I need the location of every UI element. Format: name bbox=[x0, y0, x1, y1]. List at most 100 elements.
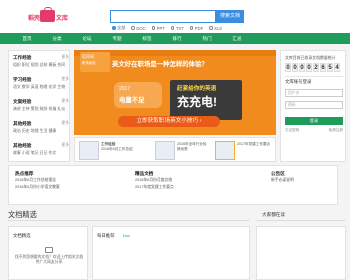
notice-col: 公告区 新手必读说明 bbox=[271, 170, 294, 184]
nav-item[interactable]: 分类 bbox=[42, 33, 72, 44]
filter-all[interactable]: 全部 bbox=[112, 25, 125, 31]
daily-box: 每日推荐 Doc bbox=[92, 226, 250, 280]
reading-box bbox=[256, 226, 346, 280]
logo-bag-icon[interactable] bbox=[40, 7, 55, 22]
upload-icon bbox=[45, 247, 53, 253]
list-item[interactable]: 2016年6月份月度总结 bbox=[135, 177, 174, 184]
username-field[interactable]: 用户名 bbox=[285, 89, 343, 97]
divider bbox=[285, 76, 343, 77]
category-links[interactable]: 故事 小说 笔记 日记 作文 bbox=[13, 150, 69, 156]
category-sidebar: 工作经验 更多 组织 职位 规划 总结 模板 合同 学习经验 更多 语文 数学 英语… bbox=[8, 50, 70, 162]
counter-digit: 0 bbox=[306, 63, 312, 72]
radio-icon[interactable] bbox=[209, 26, 213, 30]
battery-bubble: 2017 电量不足 bbox=[114, 82, 162, 108]
category-title[interactable]: 文案经验 bbox=[13, 99, 31, 105]
counter-digit: 0 bbox=[285, 63, 291, 72]
divider bbox=[256, 220, 346, 221]
more-link[interactable]: 更多 bbox=[61, 121, 69, 127]
filter-pdf[interactable]: PDF bbox=[189, 25, 203, 31]
category-links[interactable]: 演讲 主持 策划 致辞 祝福 礼仪 bbox=[13, 106, 69, 112]
nav-item[interactable]: 首页 bbox=[12, 33, 42, 44]
search-input[interactable] bbox=[110, 10, 216, 23]
list-item[interactable]: 2017年度党建工作要点 bbox=[135, 184, 174, 191]
login-links: 忘记密码 免费注册 bbox=[285, 128, 343, 133]
nav-item[interactable]: 论坛 bbox=[72, 33, 102, 44]
category-block: 其他经验 更多 政治 历史 地理 生活 健康 bbox=[13, 121, 69, 134]
banner-card-sub: 职场英语 bbox=[82, 61, 96, 65]
nav-item[interactable]: 标签 bbox=[132, 33, 162, 44]
box-title: 每日推荐 bbox=[97, 233, 115, 238]
register-link[interactable]: 免费注册 bbox=[329, 128, 343, 133]
radio-icon[interactable] bbox=[170, 26, 175, 30]
section-right-title: 大家都在读 bbox=[262, 212, 285, 217]
more-link[interactable]: 更多 bbox=[61, 77, 69, 83]
divider bbox=[8, 220, 250, 221]
category-block: 工作经验 更多 组织 职位 规划 总结 模板 合同 bbox=[13, 55, 69, 68]
upload-note[interactable]: 找不到您想要的文档？欢迎上传相关文档供广大网友分享 bbox=[13, 255, 85, 265]
counter-digit: 5 bbox=[327, 63, 333, 72]
big-text: 充充电! bbox=[177, 95, 217, 109]
category-links[interactable]: 政治 历史 地理 生活 健康 bbox=[13, 128, 69, 134]
list-item[interactable]: 2016年6月份小学语文教案 bbox=[15, 184, 60, 191]
notice-title: 公告区 bbox=[271, 171, 285, 176]
nav-items: 首页 分类 论坛 专题 标签 排行 热门 汇总 bbox=[12, 33, 252, 44]
more-link[interactable]: 更多 bbox=[61, 55, 69, 61]
category-block: 其他经验 更多 故事 小说 笔记 日记 作文 bbox=[13, 143, 69, 156]
login-panel: 文库目前已收录文档数量统计 0 0 0 0 2 6 5 4 文库账号登录 用户名… bbox=[280, 50, 346, 162]
counter-digit: 4 bbox=[334, 63, 340, 72]
filter-doc[interactable]: DOC bbox=[131, 25, 146, 31]
filter-xls[interactable]: XLS bbox=[209, 25, 222, 31]
battery-text: 电量不足 bbox=[119, 97, 145, 104]
thumb-sub: 2016年6月工作总结 bbox=[101, 146, 133, 151]
category-links[interactable]: 组织 职位 规划 总结 模板 合同 bbox=[13, 62, 69, 68]
radio-icon[interactable] bbox=[151, 26, 156, 30]
login-title: 文库账号登录 bbox=[285, 79, 312, 84]
category-links[interactable]: 语文 数学 英语 物理 化学 生物 bbox=[13, 84, 69, 90]
thumb-caption[interactable]: 2016年全年行业轮换优势 bbox=[177, 142, 209, 151]
password-field[interactable]: 密码 bbox=[285, 101, 343, 109]
radio-icon[interactable] bbox=[131, 26, 135, 30]
forgot-password-link[interactable]: 忘记密码 bbox=[285, 128, 299, 133]
counter-digit: 0 bbox=[299, 63, 305, 72]
nav-item[interactable]: 排行 bbox=[162, 33, 192, 44]
file-type-filters: 全部 DOC PPT TXT PDF XLS bbox=[112, 25, 222, 31]
doc-thumbnail[interactable] bbox=[215, 141, 235, 160]
more-link[interactable]: 更多 bbox=[61, 99, 69, 105]
login-button[interactable]: 登录 bbox=[285, 117, 343, 125]
doc-thumbnail[interactable] bbox=[155, 141, 175, 160]
box-sub[interactable]: Doc bbox=[123, 233, 130, 238]
list-item[interactable]: 新手必读说明 bbox=[271, 177, 294, 184]
counter-digit: 0 bbox=[292, 63, 298, 72]
doc-thumbnail[interactable] bbox=[79, 141, 99, 160]
banner-card: 稻壳网 职场英语 bbox=[80, 52, 110, 72]
category-block: 学习经验 更多 语文 数学 英语 物理 化学 生物 bbox=[13, 77, 69, 90]
counter-digit: 6 bbox=[320, 63, 326, 72]
search-button[interactable]: 搜索文档 bbox=[216, 10, 244, 23]
hot-col: 热点推荐 2016年6月工作总结报告 2016年6月份小学语文教案 bbox=[15, 170, 60, 191]
site-title[interactable]: 文库 bbox=[56, 13, 68, 22]
list-item[interactable]: 2016年6月工作总结报告 bbox=[15, 177, 60, 184]
accent-line: 赶紧给你的英语 bbox=[177, 86, 217, 92]
radio-icon[interactable] bbox=[112, 26, 116, 30]
more-link[interactable]: 更多 bbox=[61, 143, 69, 149]
nav-item[interactable]: 专题 bbox=[102, 33, 132, 44]
filter-txt[interactable]: TXT bbox=[170, 25, 184, 31]
banner-cta-button[interactable]: 立即获取职场英文小技巧 › bbox=[118, 116, 220, 127]
radio-icon[interactable] bbox=[189, 26, 194, 30]
category-title[interactable]: 工作经验 bbox=[13, 55, 31, 61]
thumb-caption[interactable]: 工作经验 2016年6月工作总结 bbox=[101, 142, 141, 151]
promo-banner[interactable]: 稻壳网 职场英语 英文好在职场是一种怎样的体验？ 2017 电量不足 赶紧给你的… bbox=[74, 50, 276, 135]
filter-ppt[interactable]: PPT bbox=[151, 25, 165, 31]
category-title[interactable]: 学习经验 bbox=[13, 77, 31, 83]
category-title[interactable]: 其他经验 bbox=[13, 143, 31, 149]
banner-headline: 英文好在职场是一种怎样的体验？ bbox=[112, 61, 208, 68]
category-title[interactable]: 其他经验 bbox=[13, 121, 31, 127]
logo-brand[interactable]: 稻壳 bbox=[28, 13, 40, 22]
section-title: 文档精选 bbox=[8, 210, 37, 219]
thumb-caption[interactable]: 2017年党建工作要点 bbox=[237, 142, 273, 147]
category-block: 文案经验 更多 演讲 主持 策划 致辞 祝福 礼仪 bbox=[13, 99, 69, 112]
nav-item[interactable]: 汇总 bbox=[222, 33, 252, 44]
thumbnail-strip: 工作经验 2016年6月工作总结 2016年全年行业轮换优势 2017年党建工作… bbox=[74, 137, 276, 162]
banner-year: 2017 bbox=[119, 86, 131, 92]
nav-item[interactable]: 热门 bbox=[192, 33, 222, 44]
